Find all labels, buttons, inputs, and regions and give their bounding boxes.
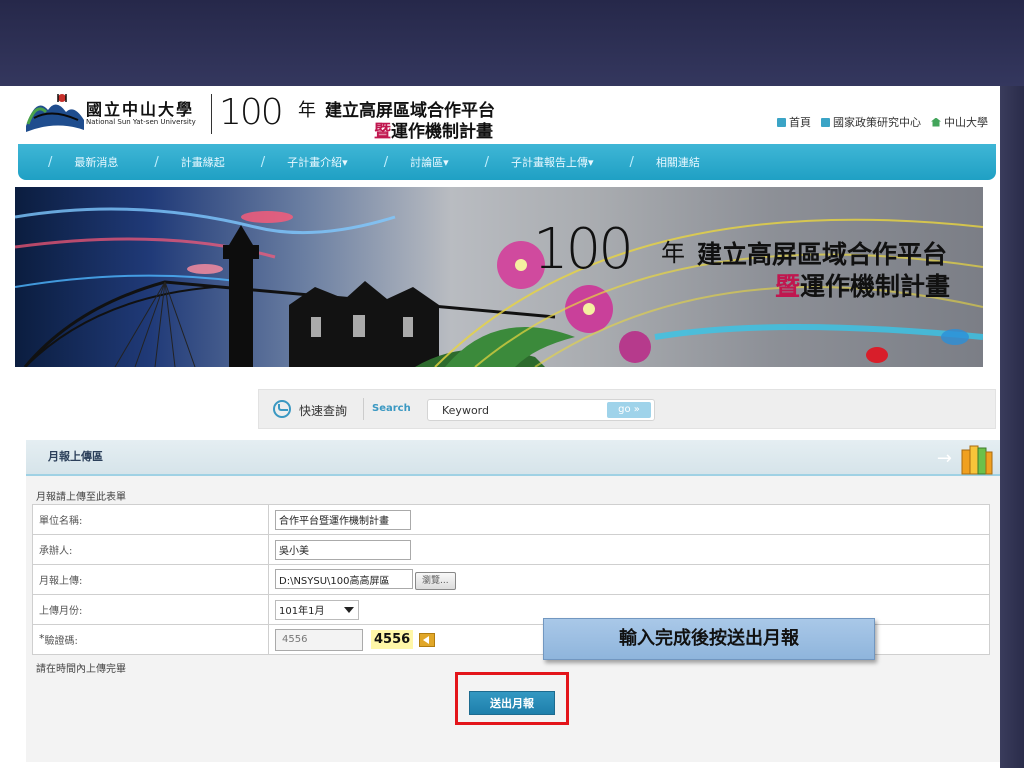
- nav-item-label: 相關連結: [655, 156, 700, 169]
- nav-item-links[interactable]: / 相關連結: [630, 154, 700, 170]
- nav-item-label: 子計畫介紹▾: [287, 156, 348, 169]
- books-icon: [961, 445, 993, 475]
- instruction-callout: 輸入完成後按送出月報: [543, 618, 875, 660]
- banner-title-accent: 暨: [775, 272, 801, 301]
- nav-item-report-upload[interactable]: / 子計畫報告上傳▾: [485, 154, 594, 170]
- hero-banner: 100 年 建立高屏區域合作平台 暨運作機制計畫: [15, 187, 983, 367]
- slide-right-band: [1000, 86, 1024, 768]
- site-header: 國立中山大學 National Sun Yat-sen University 1…: [14, 86, 1000, 144]
- panel-header: 月報上傳區 →: [26, 440, 1000, 476]
- month-select[interactable]: 101年1月: [275, 599, 359, 620]
- banner-year-suffix: 年: [661, 239, 685, 267]
- speaker-icon[interactable]: [419, 632, 436, 647]
- banner-title-rest: 運作機制計畫: [800, 272, 951, 301]
- search-divider: [363, 398, 364, 420]
- header-title-rest: 運作機制計畫: [391, 122, 493, 142]
- top-link-label: 首頁: [789, 116, 811, 129]
- header-title-line2: 暨運作機制計畫: [374, 117, 493, 142]
- form-row-contact: 承辦人:: [32, 534, 990, 565]
- form-row-unit: 單位名稱:: [32, 504, 990, 535]
- unit-name-field[interactable]: [275, 509, 411, 530]
- main-nav: / 最新消息 / 計畫緣起 / 子計畫介紹▾ / 討論區▾ / 子計畫報告上傳▾ / 相關連…: [18, 144, 996, 180]
- arrow-right-icon: →: [936, 448, 952, 469]
- chevron-down-icon: [344, 606, 354, 613]
- panel-title: 月報上傳區: [48, 450, 103, 463]
- search-label: Search: [372, 403, 411, 414]
- top-links: 首頁 國家政策研究中心 中山大學: [777, 114, 988, 130]
- browse-button[interactable]: 瀏覽...: [415, 571, 456, 590]
- captcha-label: 驗證碼:: [44, 636, 78, 647]
- banner-title-line1: 建立高屏區域合作平台: [697, 240, 948, 269]
- form-caption: 月報請上傳至此表單: [36, 492, 126, 503]
- month-label: 上傳月份:: [32, 594, 269, 625]
- upload-label: 月報上傳:: [32, 564, 269, 595]
- top-link-label: 國家政策研究中心: [833, 116, 921, 129]
- header-title-accent: 暨: [374, 122, 391, 142]
- nav-item-label: 子計畫報告上傳▾: [511, 156, 594, 169]
- square-icon: [777, 117, 786, 127]
- nav-item-forum[interactable]: / 討論區▾: [384, 154, 449, 170]
- search-icon: [273, 400, 291, 418]
- unit-cell: [268, 504, 990, 535]
- top-link-home[interactable]: 首頁: [777, 114, 811, 130]
- banner-title-line2: 暨運作機制計畫: [775, 267, 950, 303]
- captcha-image: 4556: [371, 630, 414, 649]
- nav-item-label: 討論區▾: [410, 156, 449, 169]
- university-name: 國立中山大學: [86, 100, 195, 119]
- upload-cell: 瀏覽...: [268, 564, 990, 595]
- header-year-suffix: 年: [298, 100, 316, 121]
- house-icon: [931, 117, 941, 127]
- logo-divider: [211, 94, 212, 134]
- nav-item-origin[interactable]: / 計畫緣起: [154, 154, 224, 170]
- month-select-value: 101年1月: [279, 606, 325, 617]
- top-link-label: 中山大學: [944, 116, 988, 129]
- captcha-field[interactable]: 4556: [275, 628, 363, 651]
- header-year: 100: [219, 92, 284, 133]
- contact-field[interactable]: [275, 539, 411, 560]
- university-name-en: National Sun Yat-sen University: [86, 118, 196, 126]
- top-link-nsysu[interactable]: 中山大學: [931, 114, 988, 130]
- form-row-upload: 月報上傳: 瀏覽...: [32, 564, 990, 595]
- nav-item-label: 計畫緣起: [180, 156, 225, 169]
- nav-item-label: 最新消息: [74, 156, 119, 169]
- contact-label: 承辦人:: [32, 534, 269, 565]
- top-link-policy-center[interactable]: 國家政策研究中心: [821, 114, 921, 130]
- square-icon: [821, 117, 830, 127]
- university-logo-icon: [26, 94, 84, 132]
- quick-search-label: 快速查詢: [299, 404, 348, 418]
- captcha-label-cell: *驗證碼:: [32, 624, 269, 655]
- upload-footnote: 請在時間內上傳完畢: [36, 664, 126, 675]
- quick-search-bar: 快速查詢 Search go »: [258, 389, 996, 429]
- file-path-field[interactable]: [275, 569, 413, 590]
- submit-report-button[interactable]: 送出月報: [469, 691, 555, 715]
- contact-cell: [268, 534, 990, 565]
- search-go-button[interactable]: go »: [607, 402, 651, 418]
- nav-item-subprojects[interactable]: / 子計畫介紹▾: [261, 154, 348, 170]
- unit-label: 單位名稱:: [32, 504, 269, 535]
- slide-top-band: [0, 0, 1024, 86]
- banner-year: 100: [533, 217, 634, 282]
- nav-item-news[interactable]: / 最新消息: [48, 154, 118, 170]
